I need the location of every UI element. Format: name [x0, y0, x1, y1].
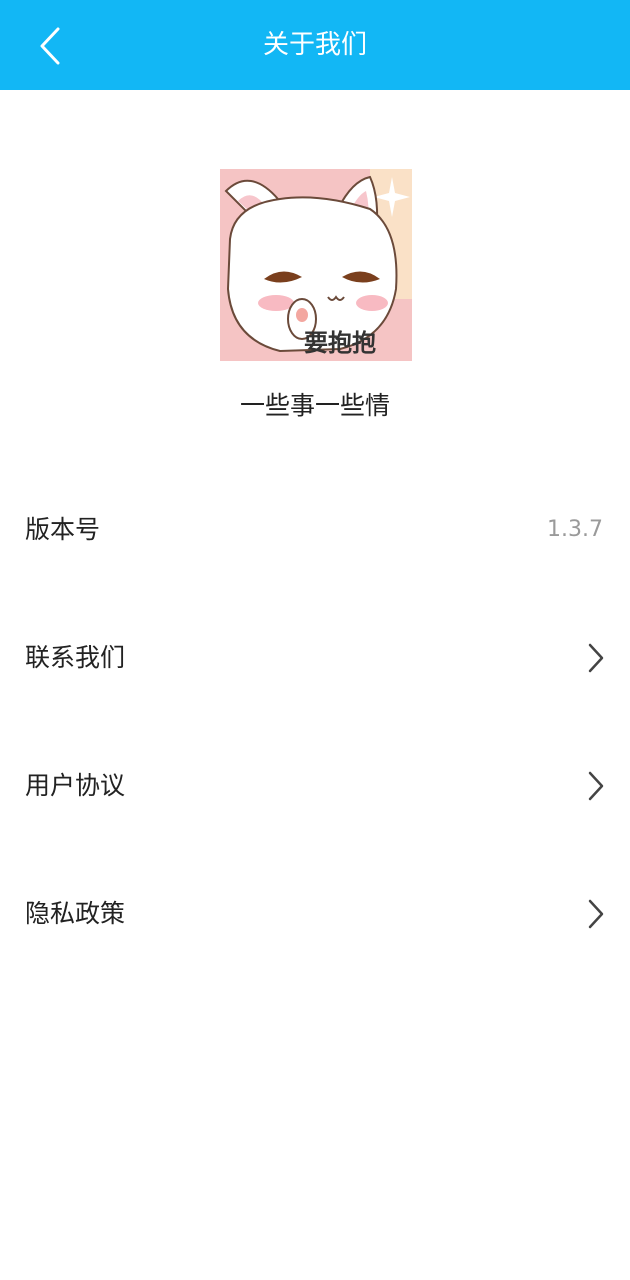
- user-agreement-row[interactable]: 用户协议: [0, 746, 630, 826]
- logo-caption: 要抱抱: [304, 329, 376, 357]
- chevron-right-icon: [588, 643, 604, 673]
- page-title: 关于我们: [262, 30, 367, 60]
- contact-us-label: 联系我们: [25, 643, 126, 672]
- version-value: 1.3.7: [547, 517, 603, 542]
- version-row: 版本号 1.3.7: [0, 490, 630, 570]
- chevron-right-icon: [588, 771, 604, 801]
- privacy-policy-row[interactable]: 隐私政策: [0, 874, 630, 954]
- app-logo: 要抱抱: [220, 169, 412, 361]
- about-screen: 关于我们 要抱抱 一些事一些情 版本号 1.3.7 联系我们 用户协议 隐私政策: [0, 0, 630, 1280]
- contact-us-row[interactable]: 联系我们: [0, 618, 630, 698]
- chevron-right-icon: [588, 899, 604, 929]
- user-agreement-label: 用户协议: [25, 771, 126, 800]
- app-name: 一些事一些情: [239, 391, 390, 420]
- nav-bar: 关于我们: [0, 0, 630, 90]
- privacy-policy-label: 隐私政策: [25, 899, 126, 928]
- version-label: 版本号: [25, 515, 101, 544]
